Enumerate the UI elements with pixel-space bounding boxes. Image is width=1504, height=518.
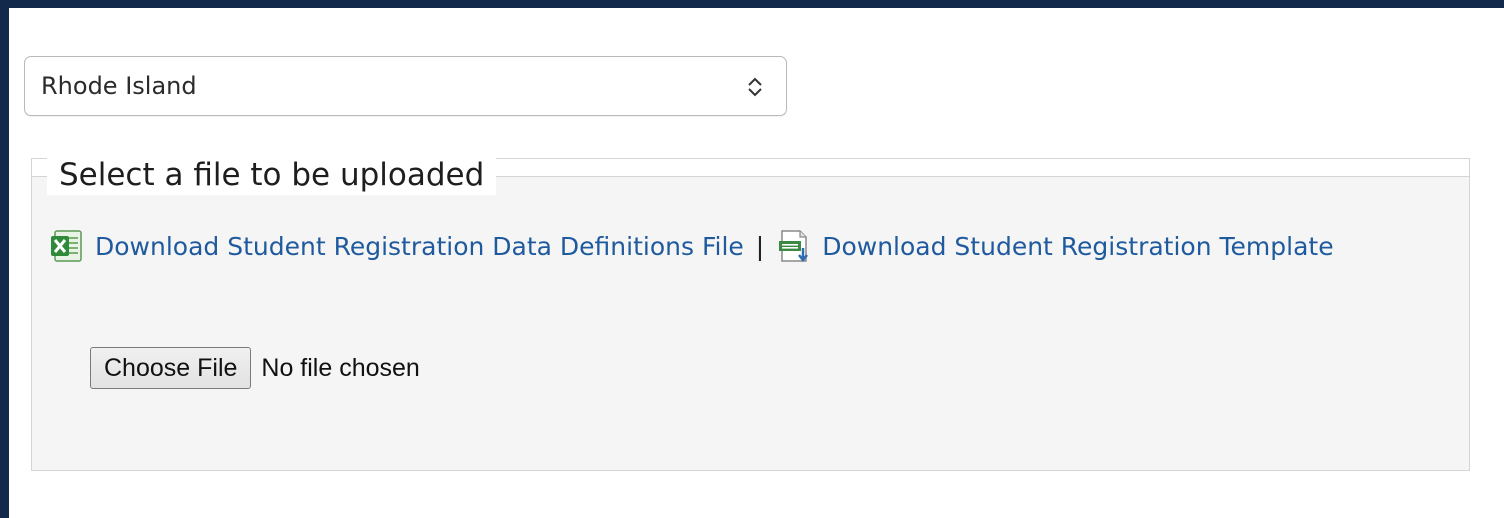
upload-legend: Select a file to be uploaded (47, 155, 497, 195)
fieldset-border-segment (485, 176, 1470, 177)
upload-fieldset (31, 158, 1470, 471)
download-data-definitions-link[interactable]: Download Student Registration Data Defin… (95, 232, 744, 261)
chevron-up-down-icon (748, 77, 762, 97)
download-links-row: Download Student Registration Data Defin… (49, 226, 1334, 266)
fieldset-border-segment (31, 176, 48, 177)
choose-file-button[interactable]: Choose File (90, 347, 252, 389)
file-input: Choose File No file chosen (90, 346, 420, 390)
csv-download-icon (779, 230, 809, 263)
excel-file-icon (51, 230, 82, 262)
state-select[interactable]: Rhode Island (24, 56, 787, 116)
state-select-value: Rhode Island (41, 72, 197, 100)
link-separator: | (755, 231, 765, 261)
file-status-text: No file chosen (261, 353, 420, 382)
download-template-link[interactable]: Download Student Registration Template (822, 232, 1333, 261)
